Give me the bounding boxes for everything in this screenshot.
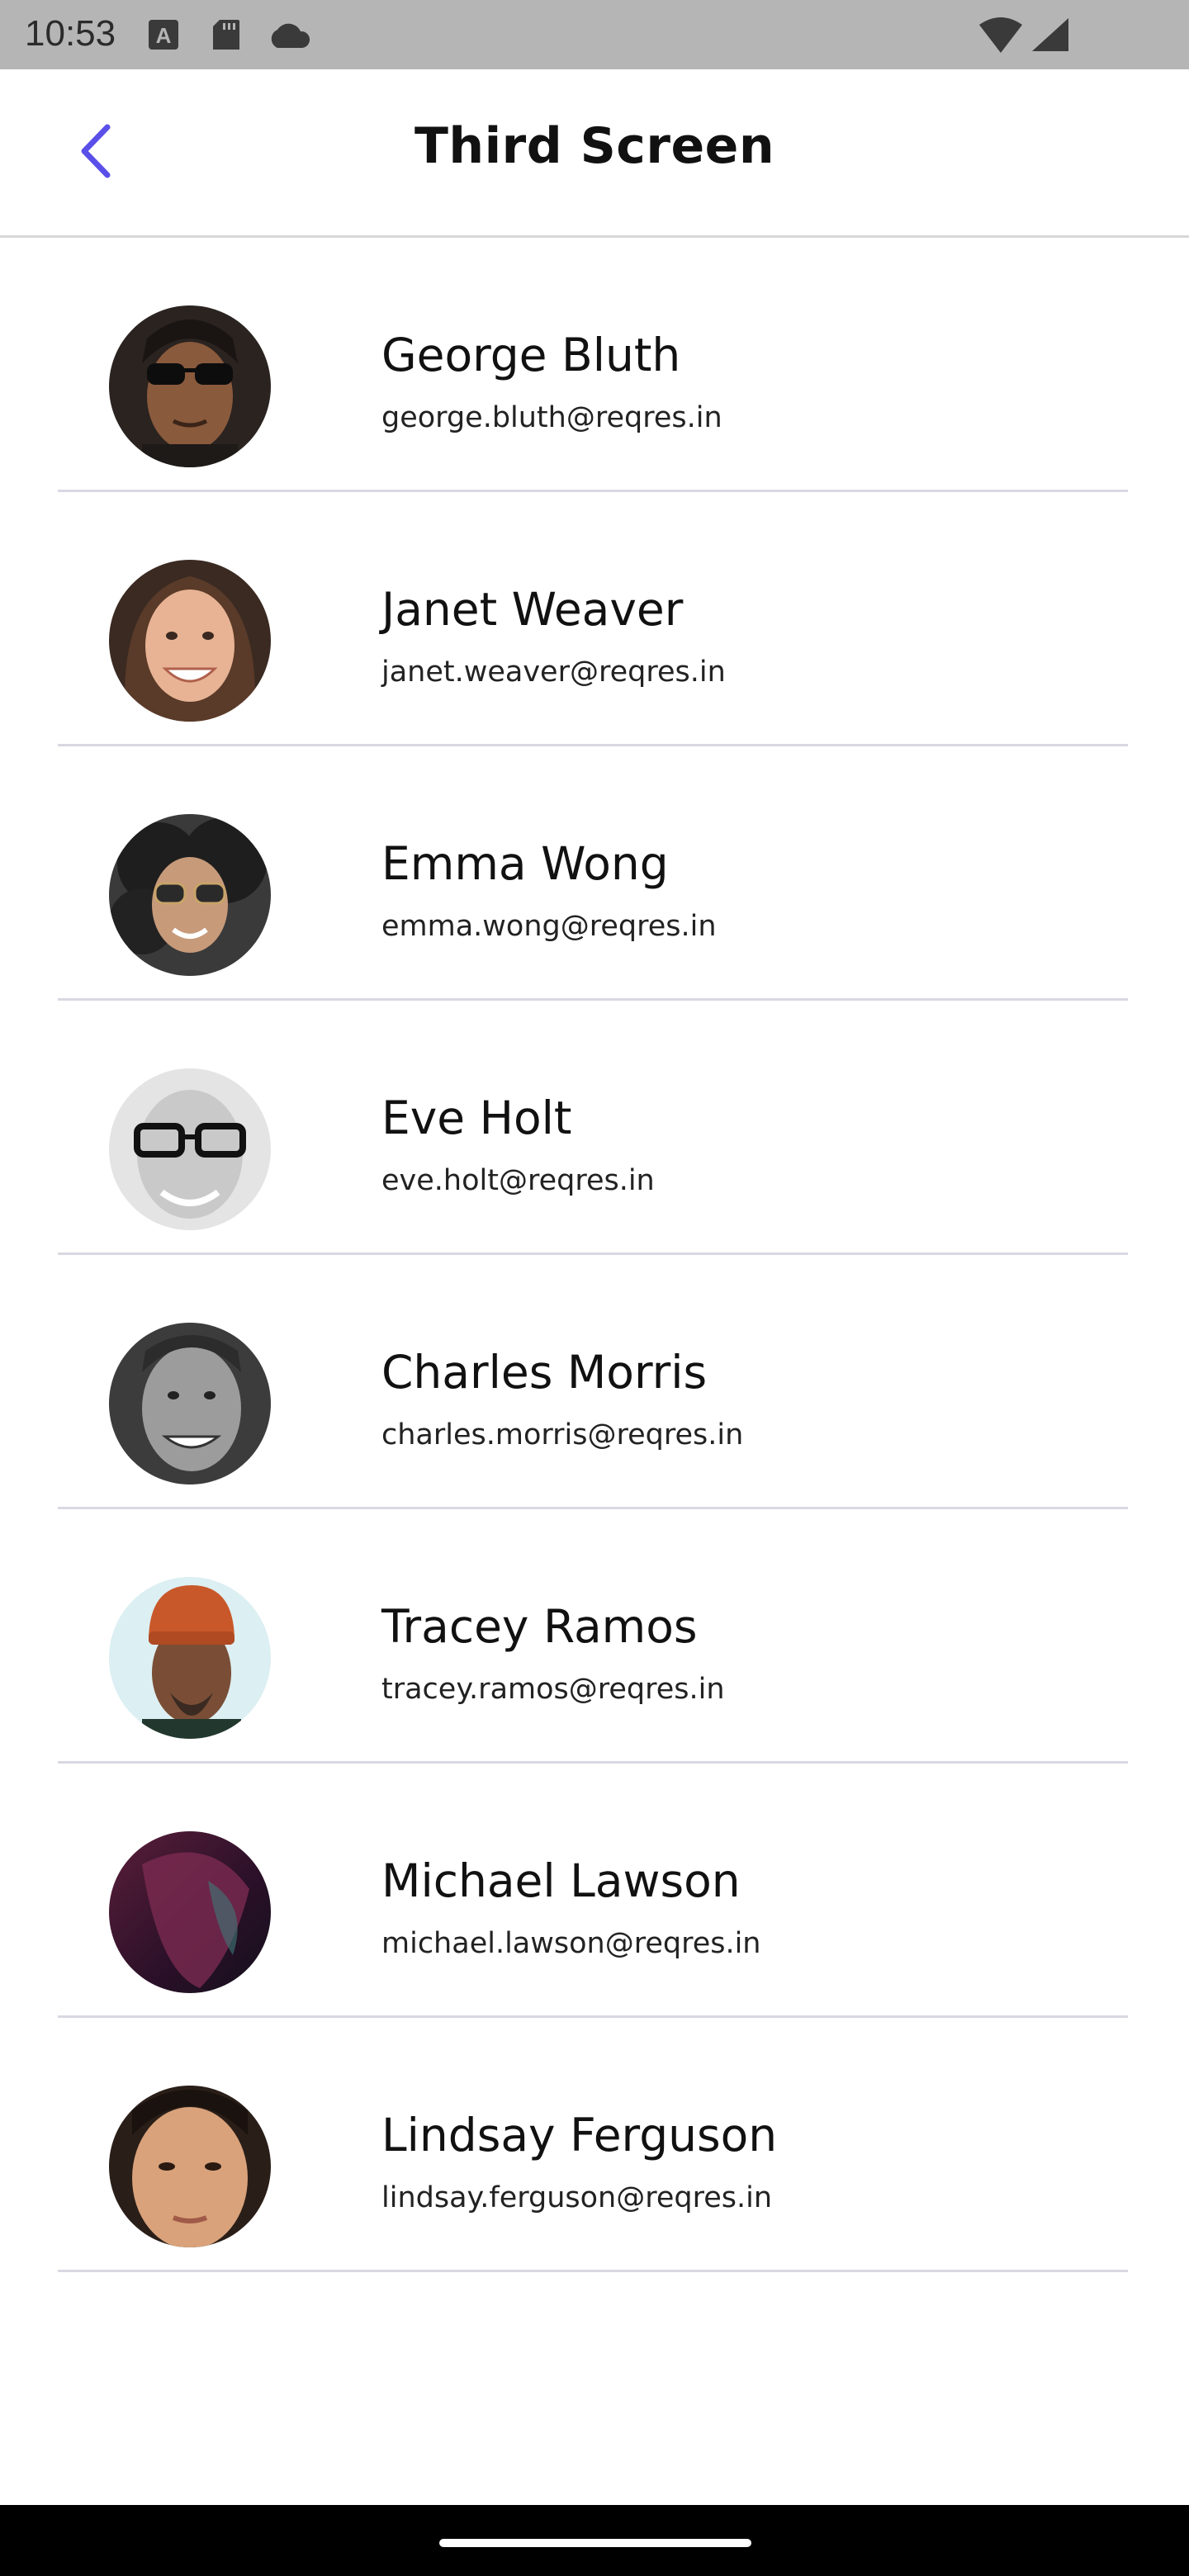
user-name: Emma Wong (381, 837, 669, 890)
user-email: lindsay.ferguson@reqres.in (381, 2181, 773, 2214)
user-email: tracey.ramos@reqres.in (381, 1673, 725, 1706)
a-box-icon: A (147, 18, 180, 54)
user-email: janet.weaver@reqres.in (381, 656, 726, 689)
user-name: George Bluth (381, 329, 681, 381)
user-email: george.bluth@reqres.in (381, 401, 722, 434)
user-name: Eve Holt (381, 1091, 572, 1144)
avatar (109, 1323, 271, 1485)
list-item[interactable]: Eve Holt eve.holt@reqres.in (0, 1001, 1189, 1255)
avatar (109, 305, 271, 467)
avatar (109, 560, 271, 722)
user-list: George Bluth george.bluth@reqres.in Jane… (0, 238, 1189, 2272)
list-item[interactable]: Lindsay Ferguson lindsay.ferguson@reqres… (0, 2018, 1189, 2272)
user-name: Charles Morris (381, 1346, 708, 1399)
status-bar: 10:53 A (0, 0, 1189, 69)
status-time: 10:53 (25, 13, 116, 54)
list-item[interactable]: Charles Morris charles.morris@reqres.in (0, 1255, 1189, 1509)
list-item[interactable]: George Bluth george.bluth@reqres.in (0, 238, 1189, 492)
user-email: charles.morris@reqres.in (381, 1418, 744, 1451)
cloud-icon (266, 21, 312, 53)
user-name: Tracey Ramos (381, 1600, 698, 1653)
list-item[interactable]: Tracey Ramos tracey.ramos@reqres.in (0, 1509, 1189, 1764)
sd-card-icon (211, 18, 241, 54)
app-bar: Third Screen (0, 69, 1189, 238)
list-item[interactable]: Michael Lawson michael.lawson@reqres.in (0, 1764, 1189, 2018)
cell-signal-icon (1030, 17, 1070, 56)
list-item[interactable]: Emma Wong emma.wong@reqres.in (0, 746, 1189, 1001)
user-name: Janet Weaver (381, 583, 684, 636)
user-email: emma.wong@reqres.in (381, 910, 717, 943)
navigation-bar (0, 2505, 1189, 2576)
home-indicator[interactable] (439, 2539, 751, 2547)
wifi-icon (978, 17, 1024, 58)
avatar (109, 1068, 271, 1230)
user-email: eve.holt@reqres.in (381, 1164, 655, 1197)
third-screen: 10:53 A Third Screen George Bluth george… (0, 0, 1189, 2576)
avatar (109, 1831, 271, 1993)
svg-text:A: A (156, 23, 172, 48)
user-email: michael.lawson@reqres.in (381, 1927, 761, 1960)
user-name: Michael Lawson (381, 1854, 741, 1907)
avatar (109, 2086, 271, 2247)
user-name: Lindsay Ferguson (381, 2109, 778, 2162)
avatar (109, 1577, 271, 1739)
list-item[interactable]: Janet Weaver janet.weaver@reqres.in (0, 492, 1189, 746)
avatar (109, 814, 271, 976)
page-title: Third Screen (414, 117, 775, 175)
